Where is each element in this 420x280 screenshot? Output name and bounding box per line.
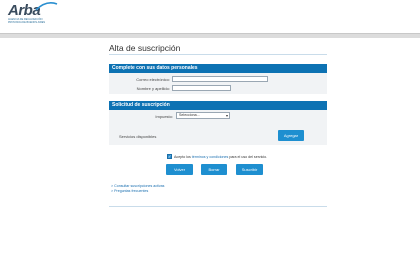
title-divider [109, 54, 327, 55]
terms-link[interactable]: términos y condiciones [192, 155, 229, 159]
logo-subtitle: AGENCIA DE RECAUDACIÓN PROVINCIA DE BUEN… [8, 18, 46, 24]
back-button[interactable]: Volver [166, 164, 193, 175]
subscription-panel: Impuesto: Selecciona... ▾ Servicios disp… [109, 110, 327, 145]
submit-button[interactable]: Suscribir [236, 164, 263, 175]
arba-logo[interactable]: Arba AGENCIA DE RECAUDACIÓN PROVINCIA DE… [8, 2, 58, 27]
personal-data-panel: Correo electrónico: Nombre y apellido: [109, 73, 327, 94]
email-label: Correo electrónico: [136, 77, 170, 82]
subscription-header: Solicitud de suscripción [109, 101, 327, 110]
footer-divider [109, 206, 327, 207]
services-label: Servicios disponibles [119, 134, 157, 139]
add-service-button[interactable]: Agregar [278, 130, 304, 141]
chevron-down-icon: ▾ [225, 113, 228, 118]
name-label: Nombre y apellido: [136, 86, 170, 91]
link-faq[interactable]: > Preguntas frecuentes [111, 189, 164, 194]
terms-suffix: para el uso del servicio. [228, 155, 268, 159]
tax-selected-value: Selecciona... [179, 113, 200, 117]
top-bar: Arba AGENCIA DE RECAUDACIÓN PROVINCIA DE… [0, 0, 420, 33]
header-band [0, 33, 420, 38]
reset-button[interactable]: Borrar [201, 164, 227, 175]
page-title: Alta de suscripción [109, 43, 181, 53]
terms-text: Acepto los términos y condiciones para e… [174, 155, 267, 159]
personal-data-header: Complete con sus datos personales [109, 64, 327, 73]
email-field[interactable] [172, 76, 268, 82]
terms-prefix: Acepto los [174, 155, 192, 159]
tax-label: Impuesto: [155, 114, 173, 119]
logo-swoosh-icon [35, 2, 58, 11]
name-field[interactable] [172, 85, 231, 91]
terms-checkbox[interactable]: ✓ [167, 154, 172, 159]
footer-links: > Consultar suscripciones activas > Preg… [111, 184, 164, 194]
tax-select[interactable]: Selecciona... ▾ [176, 112, 230, 119]
